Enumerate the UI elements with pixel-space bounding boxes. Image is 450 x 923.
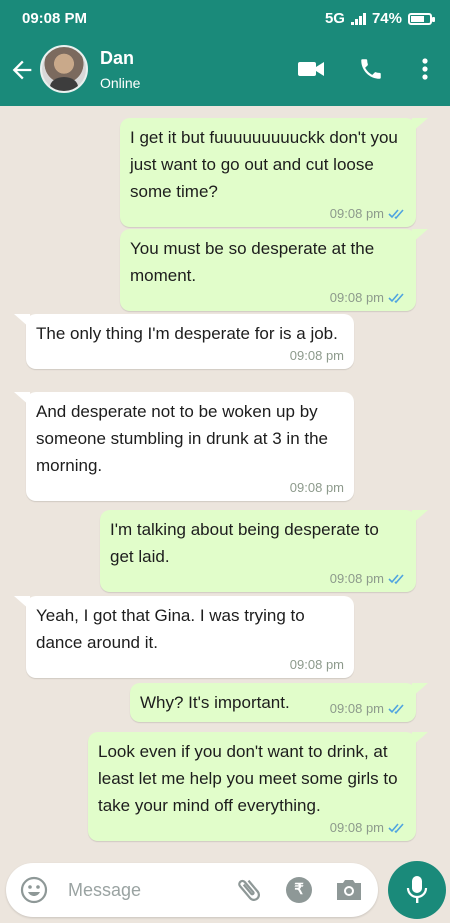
- message-time: 09:08 pm: [289, 348, 344, 363]
- camera-icon[interactable]: [334, 877, 364, 903]
- message-time: 09:08 pm: [329, 206, 384, 221]
- message-bubble[interactable]: Why? It's important. 09:08 pm: [130, 683, 428, 722]
- more-options-button[interactable]: [410, 54, 440, 84]
- message-text: I get it but fuuuuuuuuuckk don't you jus…: [130, 128, 398, 201]
- message-list[interactable]: I get it but fuuuuuuuuuckk don't you jus…: [0, 106, 450, 858]
- read-ticks-icon: [388, 293, 404, 304]
- read-ticks-icon: [388, 823, 404, 834]
- message-bubble[interactable]: Yeah, I got that Gina. I was trying to d…: [14, 596, 354, 678]
- status-bar: 09:08 PM 5G 74%: [0, 0, 450, 36]
- rupee-icon[interactable]: ₹: [286, 877, 312, 903]
- voice-call-button[interactable]: [356, 54, 386, 84]
- message-meta: 09:08 pm: [290, 349, 344, 363]
- contact-presence: Online: [100, 75, 141, 91]
- emoji-icon[interactable]: [20, 876, 48, 904]
- signal-icon: [350, 12, 366, 25]
- message-time: 09:08 pm: [329, 701, 384, 716]
- message-text: The only thing I'm desperate for is a jo…: [36, 324, 338, 343]
- paperclip-icon[interactable]: [234, 875, 264, 905]
- voice-message-button[interactable]: [388, 861, 446, 919]
- message-text: Look even if you don't want to drink, at…: [98, 742, 398, 815]
- message-meta: 09:08 pm: [290, 481, 344, 495]
- video-camera-icon: [298, 62, 324, 76]
- message-bubble[interactable]: I'm talking about being desperate to get…: [100, 510, 428, 592]
- message-bubble[interactable]: Look even if you don't want to drink, at…: [88, 732, 428, 841]
- read-ticks-icon: [388, 209, 404, 220]
- message-meta: 09:08 pm: [330, 207, 406, 221]
- video-call-button[interactable]: [296, 54, 326, 84]
- composer-bar: Message ₹: [0, 858, 450, 923]
- battery-icon: [408, 12, 435, 25]
- chat-header: Dan Online: [0, 36, 450, 106]
- network-label: 5G: [324, 10, 345, 27]
- read-ticks-icon: [388, 574, 404, 585]
- message-text: Yeah, I got that Gina. I was trying to d…: [36, 606, 305, 652]
- message-meta: 09:08 pm: [330, 572, 406, 586]
- microphone-icon: [406, 876, 428, 903]
- message-bubble[interactable]: The only thing I'm desperate for is a jo…: [14, 314, 354, 369]
- arrow-left-icon[interactable]: [8, 56, 36, 84]
- message-bubble[interactable]: And desperate not to be woken up by some…: [14, 392, 354, 501]
- message-bubble[interactable]: You must be so desperate at the moment. …: [120, 229, 428, 311]
- message-text: You must be so desperate at the moment.: [130, 239, 375, 285]
- message-time: 09:08 pm: [329, 571, 384, 586]
- contact-name[interactable]: Dan: [100, 48, 134, 69]
- message-meta: 09:08 pm: [330, 702, 406, 716]
- message-placeholder: Message: [68, 880, 142, 900]
- message-time: 09:08 pm: [289, 657, 344, 672]
- message-bubble[interactable]: I get it but fuuuuuuuuuckk don't you jus…: [120, 118, 428, 227]
- status-indicators: 5G 74%: [324, 10, 435, 27]
- message-meta: 09:08 pm: [330, 821, 406, 835]
- battery-percent: 74%: [371, 10, 402, 27]
- phone-icon: [361, 59, 381, 79]
- message-input[interactable]: Message ₹: [6, 863, 378, 917]
- avatar[interactable]: [40, 45, 88, 93]
- message-meta: 09:08 pm: [290, 658, 344, 672]
- message-text: Why? It's important.: [140, 693, 290, 712]
- message-text: I'm talking about being desperate to get…: [110, 520, 379, 566]
- message-text: And desperate not to be woken up by some…: [36, 402, 329, 475]
- message-time: 09:08 pm: [289, 480, 344, 495]
- status-time: 09:08 PM: [22, 10, 88, 27]
- message-meta: 09:08 pm: [330, 291, 406, 305]
- more-vertical-icon: [422, 58, 428, 80]
- message-time: 09:08 pm: [329, 820, 384, 835]
- message-time: 09:08 pm: [329, 290, 384, 305]
- read-ticks-icon: [388, 704, 404, 715]
